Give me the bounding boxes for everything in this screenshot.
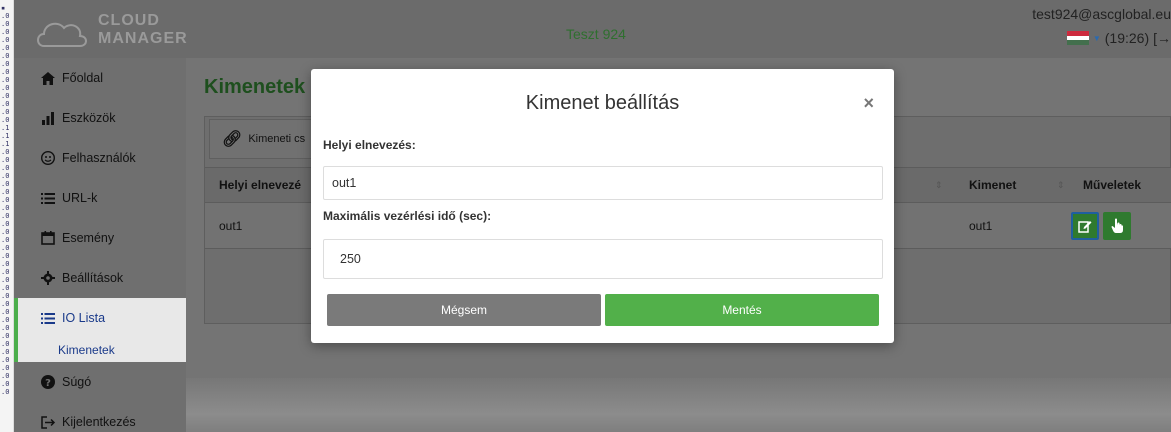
list-icon [40,312,56,324]
cell-name: out1 [219,218,243,233]
editor-gutter: ▪ .0.0.0.0.0.0.0.0.0.0.0.0.0.0.1.1.1.0.0.… [0,0,14,432]
panel-heading-text: Kimeneti cs [248,133,306,145]
col-header-actions: Műveletek [1083,178,1142,192]
sidebar-item-label: Eszközök [62,111,116,125]
svg-text:?: ? [45,378,51,389]
sidebar-item-label: Kimenetek [58,343,115,357]
sidebar-subitem-outputs[interactable]: Kimenetek [14,338,186,362]
calendar-icon [40,231,56,245]
sidebar-item-users[interactable]: Felhasználók [14,138,186,178]
bar-chart-icon [40,111,56,125]
sidebar-item-urls[interactable]: URL-k [14,178,186,218]
sidebar-item-events[interactable]: Esemény [14,218,186,258]
top-header: CLOUD MANAGER Teszt 924 test924@ascgloba… [14,0,1171,58]
gear-icon [40,271,56,285]
caret-down-icon[interactable]: ▼ [1093,34,1101,43]
time-label: Maximális vezérlési idő (sec): [323,209,492,223]
edit-icon [1078,220,1092,233]
question-icon: ? [40,375,56,389]
sidebar-item-help[interactable]: ? Súgó [14,362,186,402]
sidebar: Főoldal Eszközök Felhasználók URL-k Esem… [14,58,186,432]
sidebar-item-label: Főoldal [62,71,103,85]
row-actions [1071,203,1135,248]
sidebar-item-label: Esemény [62,231,115,245]
list-icon [40,192,56,204]
sidebar-item-label: Súgó [62,375,92,389]
modal-title: Kimenet beállítás [525,92,680,114]
session-time: (19:26) [1104,30,1150,46]
sidebar-item-label: IO Lista [62,311,106,325]
home-icon [40,71,56,85]
control-button[interactable] [1103,211,1131,240]
cloud-manager-logo[interactable]: CLOUD MANAGER [34,8,187,52]
users-icon [40,151,56,165]
sidebar-item-settings[interactable]: Beállítások [14,258,186,298]
sidebar-item-home[interactable]: Főoldal [14,58,186,98]
sidebar-item-label: Beállítások [62,271,124,285]
link-icon: 🔗︎ [222,131,243,148]
sort-icon[interactable]: ⇕ [935,180,943,191]
name-label: Helyi elnevezés: [323,138,416,152]
sidebar-item-devices[interactable]: Eszközök [14,98,186,138]
save-button[interactable]: Mentés [605,294,879,326]
logo-text: CLOUD MANAGER [98,12,188,48]
logout-icon[interactable]: [→ [1153,30,1171,46]
edit-button[interactable] [1071,211,1099,240]
logo-line2: MANAGER [98,30,188,47]
page-title: Kimenetek [204,76,306,98]
name-input[interactable] [323,166,883,200]
sort-icon[interactable]: ⇕ [1057,180,1065,191]
flag-hu-icon[interactable] [1066,31,1089,46]
user-email[interactable]: test924@ascglobal.eu [1032,6,1171,22]
cell-output: out1 [969,218,993,233]
col-header-name[interactable]: Helyi elnevezé [219,168,301,202]
col-header-output[interactable]: Kimenet [969,168,1016,202]
logout-icon [40,415,56,429]
user-row: ▼ (19:26) [→ [1066,30,1171,46]
sidebar-item-label: URL-k [62,191,98,205]
background-strip [186,378,1171,432]
sidebar-item-io-list[interactable]: IO Lista [14,298,186,338]
hand-pointer-icon [1111,218,1123,233]
max-time-input[interactable] [323,239,883,279]
cancel-button[interactable]: Mégsem [327,294,601,326]
logo-line1: CLOUD [98,12,160,29]
sidebar-item-logout[interactable]: Kijelentkezés [14,402,186,432]
close-icon[interactable]: × [863,93,874,114]
sidebar-item-label: Felhasználók [62,151,136,165]
site-title: Teszt 924 [566,26,626,42]
output-settings-modal: Kimenet beállítás × Helyi elnevezés: Max… [311,69,894,343]
cloud-icon [37,22,87,47]
sidebar-item-label: Kijelentkezés [62,415,136,429]
